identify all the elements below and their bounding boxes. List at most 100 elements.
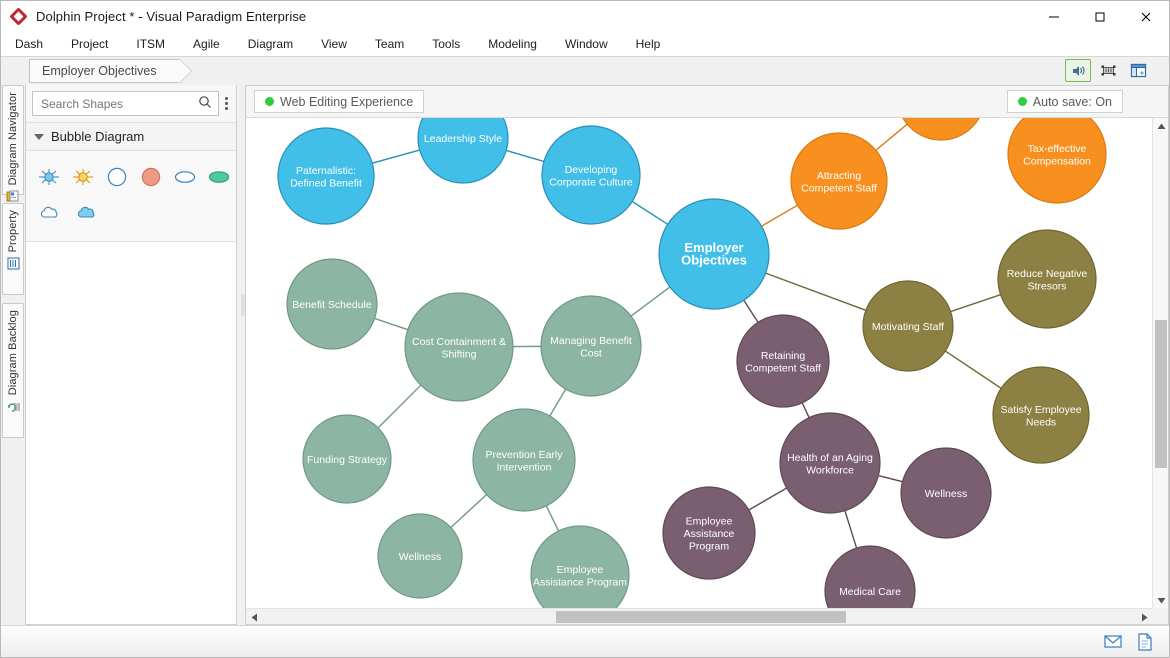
bubble-edge[interactable] xyxy=(761,204,798,227)
bubble-edge[interactable] xyxy=(630,286,671,317)
mail-icon[interactable] xyxy=(1103,632,1123,652)
menu-item-help[interactable]: Help xyxy=(622,34,675,54)
bubble-node-managing-benefit[interactable]: Managing Benefit Cost xyxy=(540,295,642,397)
search-icon[interactable] xyxy=(198,95,212,112)
bubble-edge[interactable] xyxy=(374,317,409,331)
bubble-edge[interactable] xyxy=(748,487,788,511)
menu-item-tools[interactable]: Tools xyxy=(418,34,474,54)
bubble-node-health-aging[interactable]: Health of an Aging Workforce xyxy=(779,412,881,514)
bubble-edge[interactable] xyxy=(450,494,487,529)
bubble-label: Wellness xyxy=(925,488,967,500)
bubble-node-funding-strategy[interactable]: Funding Strategy xyxy=(302,414,392,504)
horizontal-scroll-thumb[interactable] xyxy=(556,611,846,623)
document-note-icon[interactable] xyxy=(1135,632,1155,652)
dock-tab-diagram-backlog[interactable]: Diagram Backlog xyxy=(2,303,24,438)
bubble-connector-blue-icon[interactable] xyxy=(36,163,61,191)
bubble-node-cost-containment[interactable]: Cost Containment & Shifting xyxy=(404,292,514,402)
bubble-connector-orange-icon[interactable] xyxy=(70,163,95,191)
bubble-node-reduce-negative[interactable]: Reduce Negative Stresors xyxy=(997,229,1097,329)
auto-save-chip[interactable]: Auto save: On xyxy=(1006,90,1123,113)
kebab-menu-icon[interactable] xyxy=(222,97,230,110)
bubble-edge[interactable] xyxy=(506,149,545,163)
dock-tab-label: Diagram Navigator xyxy=(7,92,19,186)
ellipse-outline-icon[interactable] xyxy=(173,163,198,191)
search-input-wrapper[interactable] xyxy=(32,91,219,116)
bubble-node-developing[interactable]: Developing Corporate Culture xyxy=(541,125,641,225)
bubble-node-benefit-schedule[interactable]: Benefit Schedule xyxy=(286,258,378,350)
minimize-button[interactable] xyxy=(1031,1,1077,32)
bubble-node-retaining[interactable]: Retaining Competent Staff xyxy=(736,314,830,408)
scroll-up-button[interactable] xyxy=(1153,118,1169,134)
bubble-node-eap-purple[interactable]: Employee Assistance Program xyxy=(662,486,756,580)
bubble-edge[interactable] xyxy=(631,200,669,225)
web-editing-label: Web Editing Experience xyxy=(280,94,414,109)
bubble-node-satisfy-employee[interactable]: Satisfy Employee Needs xyxy=(992,366,1090,464)
bubble-node-employer-objectives[interactable]: Employer Objectives xyxy=(658,198,770,310)
bubble-node-medical-care[interactable]: Medical Care xyxy=(824,545,916,608)
scroll-right-button[interactable] xyxy=(1136,609,1152,625)
bubble-node-tax-effective[interactable]: Tax-effective Compensation xyxy=(1007,118,1107,204)
bubble-node-attracting[interactable]: Attracting Competent Staff xyxy=(790,132,888,230)
bubble-circle[interactable] xyxy=(897,118,985,141)
menu-item-modeling[interactable]: Modeling xyxy=(474,34,551,54)
menu-item-team[interactable]: Team xyxy=(361,34,418,54)
bubble-edge[interactable] xyxy=(950,294,1001,313)
canvas-horizontal-scrollbar[interactable] xyxy=(246,608,1152,624)
diagram-viewport[interactable]: Paternalistic: Defined Benefit Leadership … xyxy=(247,118,1152,608)
bubble-diagram[interactable]: Paternalistic: Defined Benefit Leadership … xyxy=(247,118,1152,608)
bubble-edge[interactable] xyxy=(377,384,422,429)
tab-employer-objectives[interactable]: Employer Objectives xyxy=(29,59,192,83)
canvas-vertical-scrollbar[interactable] xyxy=(1152,118,1168,608)
web-editing-experience-chip[interactable]: Web Editing Experience xyxy=(254,90,425,113)
bubble-node-top-orange[interactable] xyxy=(897,118,985,141)
close-button[interactable] xyxy=(1123,1,1169,32)
bubble-edge[interactable] xyxy=(801,402,810,418)
maximize-button[interactable] xyxy=(1077,1,1123,32)
menu-item-itsm[interactable]: ITSM xyxy=(122,34,179,54)
bubble-edge[interactable] xyxy=(549,388,567,417)
dock-tab-label: Diagram Backlog xyxy=(7,310,19,396)
menu-item-project[interactable]: Project xyxy=(57,34,122,54)
bubble-node-wellness-purple[interactable]: Wellness xyxy=(900,447,992,539)
announcement-icon[interactable] xyxy=(1065,59,1091,82)
menu-item-agile[interactable]: Agile xyxy=(179,34,234,54)
bubble-circle[interactable] xyxy=(824,545,916,608)
bubble-edge[interactable] xyxy=(844,510,858,549)
bubble-edge[interactable] xyxy=(765,272,867,311)
menu-item-view[interactable]: View xyxy=(307,34,361,54)
cloud-outline-icon[interactable] xyxy=(36,199,64,227)
application-window: Dolphin Project * - Visual Paradigm Ente… xyxy=(0,0,1170,658)
bubble-edge[interactable] xyxy=(878,474,903,483)
dock-tab-diagram-navigator[interactable]: Diagram Navigator xyxy=(2,85,24,202)
cloud-filled-icon[interactable] xyxy=(73,199,101,227)
bubble-edge[interactable] xyxy=(372,149,420,164)
bubble-node-leadership[interactable]: Leadership Style xyxy=(417,118,509,184)
vertical-scroll-thumb[interactable] xyxy=(1155,320,1167,468)
bubble-edge[interactable] xyxy=(743,299,759,323)
bubble-circle[interactable] xyxy=(417,118,509,184)
bubble-edge[interactable] xyxy=(945,350,1002,389)
auto-save-label: Auto save: On xyxy=(1032,94,1112,109)
bubble-node-paternalistic[interactable]: Paternalistic: Defined Benefit xyxy=(277,127,375,225)
menu-item-dash[interactable]: Dash xyxy=(1,34,57,54)
fit-to-selection-icon[interactable] xyxy=(1095,59,1121,82)
circle-outline-icon[interactable] xyxy=(104,163,129,191)
scroll-left-button[interactable] xyxy=(246,609,262,625)
menu-item-window[interactable]: Window xyxy=(551,34,622,54)
dock-tab-label: Property xyxy=(7,210,19,253)
bubble-node-wellness-green[interactable]: Wellness xyxy=(377,513,463,599)
bubble-edge[interactable] xyxy=(545,505,560,532)
menu-item-diagram[interactable]: Diagram xyxy=(234,34,307,54)
ellipse-filled-green-icon[interactable] xyxy=(207,163,232,191)
bubble-node-prevention-early[interactable]: Prevention Early Intervention xyxy=(472,408,576,512)
shapes-section-header[interactable]: Bubble Diagram xyxy=(26,123,236,151)
scroll-down-button[interactable] xyxy=(1153,592,1169,608)
search-input[interactable] xyxy=(39,95,198,112)
bubble-edge[interactable] xyxy=(875,123,908,151)
panel-layout-icon[interactable] xyxy=(1125,59,1151,82)
dock-tab-property[interactable]: Property xyxy=(2,203,24,295)
bubble-node-eap-green[interactable]: Employee Assistance Program xyxy=(530,525,630,608)
bubble-node-motivating[interactable]: Motivating Staff xyxy=(862,280,954,372)
circle-filled-salmon-icon[interactable] xyxy=(139,163,164,191)
chevron-down-icon[interactable] xyxy=(34,133,44,140)
